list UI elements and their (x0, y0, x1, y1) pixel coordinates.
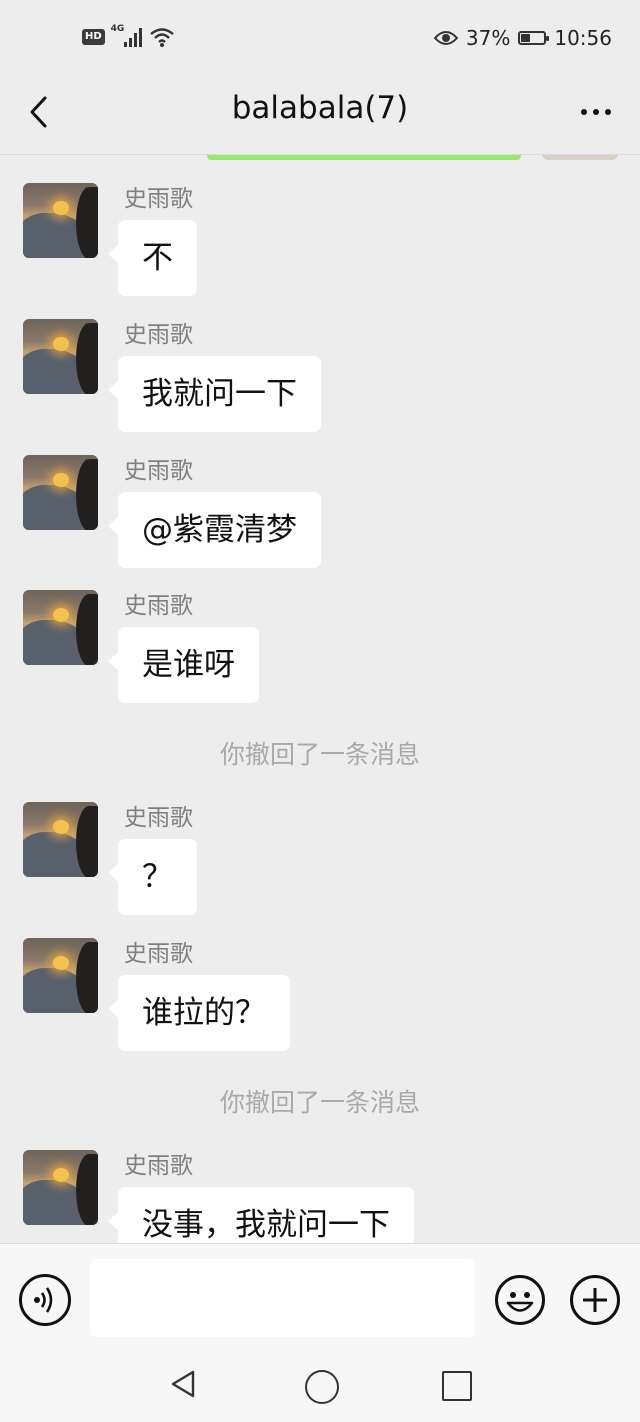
sender-name: 史雨歌 (124, 186, 193, 212)
chat-title: balabala(7) (231, 90, 409, 126)
nav-recent-icon[interactable] (442, 1371, 472, 1401)
plus-icon[interactable] (569, 1274, 621, 1326)
message-input[interactable] (90, 1259, 475, 1337)
voice-icon[interactable] (19, 1274, 71, 1326)
chat-header: balabala(7) (0, 78, 640, 155)
status-bar: HD 4G 37% 10:56 (0, 0, 640, 78)
message-list[interactable]: 史雨歌 不 史雨歌 我就问一下 史雨歌 @紫霞清梦 史雨歌 是谁呀 你撤回了一条… (0, 155, 640, 1243)
network-status: HD 4G (82, 24, 175, 48)
sender-name: 史雨歌 (124, 941, 193, 967)
recall-notice: 你撤回了一条消息 (219, 740, 420, 769)
eye-icon (433, 31, 458, 45)
message-bubble[interactable]: 谁拉的？ (108, 975, 290, 1051)
battery-level (521, 34, 531, 42)
input-bar (0, 1243, 640, 1344)
device-status: 37% 10:56 (433, 26, 612, 50)
message-bubble[interactable]: ？ (108, 839, 197, 915)
emoji-icon[interactable] (494, 1274, 546, 1326)
battery-percent: 37% (465, 26, 511, 50)
avatar[interactable] (23, 938, 98, 1013)
previous-own-message-bubble[interactable] (207, 155, 521, 160)
hd-badge: HD (82, 29, 105, 45)
signal-icon: 4G (111, 24, 143, 48)
avatar[interactable] (23, 802, 98, 877)
message-bubble[interactable]: 是谁呀 (108, 627, 259, 703)
message-bubble[interactable]: 我就问一下 (108, 356, 321, 432)
sender-name: 史雨歌 (124, 805, 193, 831)
nav-back-icon[interactable] (167, 1368, 199, 1400)
message-bubble[interactable]: @紫霞清梦 (108, 492, 321, 568)
nav-home-icon[interactable] (305, 1370, 339, 1404)
wifi-icon (149, 28, 174, 47)
message-bubble[interactable]: 不 (108, 220, 197, 296)
sender-name: 史雨歌 (124, 458, 193, 484)
own-avatar[interactable] (542, 155, 618, 160)
more-icon[interactable] (574, 92, 618, 132)
avatar[interactable] (23, 455, 98, 530)
recall-notice: 你撤回了一条消息 (219, 1088, 420, 1117)
avatar[interactable] (23, 319, 98, 394)
message-bubble[interactable]: 没事，我就问一下 (108, 1187, 414, 1243)
avatar[interactable] (23, 1150, 98, 1225)
avatar[interactable] (23, 183, 98, 258)
battery-icon (518, 31, 550, 45)
clock: 10:56 (554, 26, 612, 50)
system-nav-bar (0, 1344, 640, 1422)
sender-name: 史雨歌 (124, 322, 193, 348)
sender-name: 史雨歌 (124, 593, 193, 619)
avatar[interactable] (23, 590, 98, 665)
sender-name: 史雨歌 (124, 1153, 193, 1179)
